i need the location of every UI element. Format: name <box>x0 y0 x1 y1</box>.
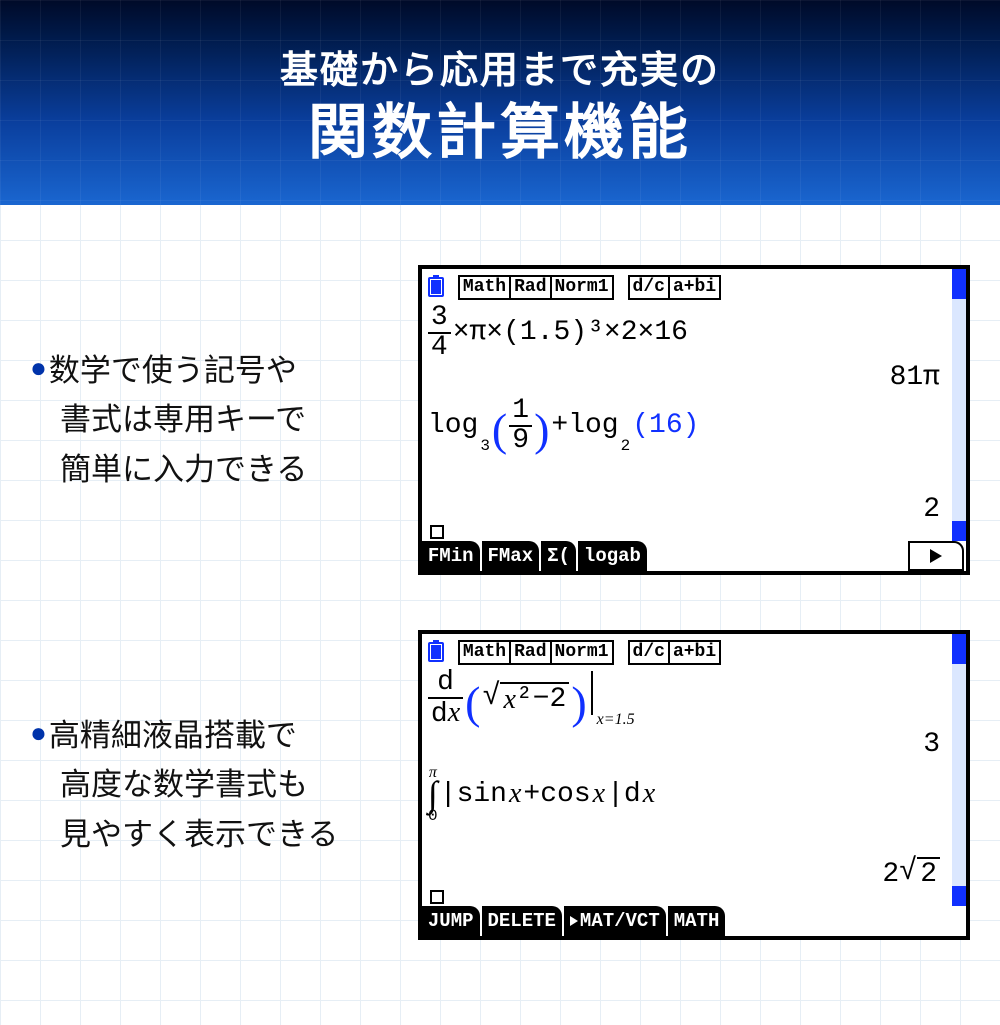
feature-1-line1: 数学で使う記号や <box>49 346 297 396</box>
softkey-math[interactable]: MATH <box>668 906 726 936</box>
status-bar: Math Rad Norm1 d/c a+bi <box>428 638 946 669</box>
feature-1-text: ●数学で使う記号や 書式は専用キーで 簡単に入力できる <box>30 346 398 495</box>
hero-banner: 基礎から応用まで充実の 関数計算機能 <box>0 0 1000 205</box>
feature-1-line3: 簡単に入力できる <box>60 445 307 495</box>
triangle-right-icon <box>570 916 578 926</box>
status-bar: Math Rad Norm1 d/c a+bi <box>428 273 946 304</box>
feature-row-2: ●高精細液晶搭載で 高度な数学書式も 見やすく表示できる Math Rad No… <box>30 630 970 940</box>
expression-3: d dx ( √ x²−2 ) x=1.5 <box>428 669 946 729</box>
status-math: Math <box>458 640 511 665</box>
softkey-bar-1: FMin FMax Σ( logab <box>422 541 966 571</box>
result-1: 81π <box>428 362 946 393</box>
result-4: 2√2 <box>428 857 946 890</box>
softkey-fmin[interactable]: FMin <box>422 541 480 571</box>
bullet-icon: ● <box>30 711 47 761</box>
fraction-1-9: 19 <box>509 397 532 455</box>
result-2: 2 <box>428 494 946 525</box>
battery-icon <box>428 642 444 662</box>
status-norm: Norm1 <box>552 275 614 300</box>
status-abi: a+bi <box>670 640 721 665</box>
softkey-next[interactable] <box>908 541 964 571</box>
status-norm: Norm1 <box>552 640 614 665</box>
bullet-icon: ● <box>30 346 47 396</box>
softkey-sigma[interactable]: Σ( <box>541 541 576 571</box>
softkey-jump[interactable]: JUMP <box>422 906 480 936</box>
softkey-matvct[interactable]: MAT/VCT <box>564 906 666 936</box>
d-dx-fraction: d dx <box>428 669 463 729</box>
scrollbar[interactable] <box>952 269 966 541</box>
cursor-box-icon <box>430 525 444 539</box>
feature-2-line2: 高度な数学書式も <box>60 760 308 810</box>
expression-2: log 3 ( 19 ) +log 2 (16) <box>428 397 946 455</box>
softkey-delete[interactable]: DELETE <box>482 906 562 936</box>
softkey-fmax[interactable]: FMax <box>482 541 540 571</box>
eval-bar-icon <box>591 671 593 715</box>
hero-subtitle: 基礎から応用まで充実の <box>280 39 720 94</box>
calculator-screen-2: Math Rad Norm1 d/c a+bi d dx <box>418 630 970 940</box>
expression-1: 34 ×π×(1.5)³×2×16 <box>428 304 946 362</box>
scrollbar[interactable] <box>952 634 966 906</box>
status-abi: a+bi <box>670 275 721 300</box>
status-math: Math <box>458 275 511 300</box>
feature-2-line1: 高精細液晶搭載で <box>49 711 297 761</box>
eval-point: x=1.5 <box>597 711 635 729</box>
log2-arg: (16) <box>632 410 699 441</box>
integral-icon: ∫ <box>428 780 438 809</box>
result-3: 3 <box>428 729 946 760</box>
expression-4: π ∫ 0 |sin x +cos x |dx <box>428 766 946 824</box>
softkey-bar-2: JUMP DELETE MAT/VCT MATH <box>422 906 966 936</box>
battery-icon <box>428 277 444 297</box>
feature-row-1: ●数学で使う記号や 書式は専用キーで 簡単に入力できる Math Rad Nor… <box>30 265 970 575</box>
softkey-logab[interactable]: logab <box>578 541 647 571</box>
feature-1-line2: 書式は専用キーで <box>60 395 306 445</box>
feature-2-text: ●高精細液晶搭載で 高度な数学書式も 見やすく表示できる <box>30 711 398 860</box>
cursor-box-icon <box>430 890 444 904</box>
hero-title: 関数計算機能 <box>308 100 692 166</box>
status-dc: d/c <box>628 640 670 665</box>
status-rad: Rad <box>511 640 551 665</box>
fraction-3-4: 34 <box>428 304 451 362</box>
calculator-screen-1: Math Rad Norm1 d/c a+bi 34 ×π× <box>418 265 970 575</box>
square-root: √ x²−2 <box>482 682 569 716</box>
triangle-right-icon <box>930 549 942 563</box>
feature-2-line3: 見やすく表示できる <box>60 810 338 860</box>
content-area: ●数学で使う記号や 書式は専用キーで 簡単に入力できる Math Rad Nor… <box>0 205 1000 1025</box>
status-rad: Rad <box>511 275 551 300</box>
expression-1-rest: ×π×(1.5)³×2×16 <box>453 317 688 348</box>
status-dc: d/c <box>628 275 670 300</box>
